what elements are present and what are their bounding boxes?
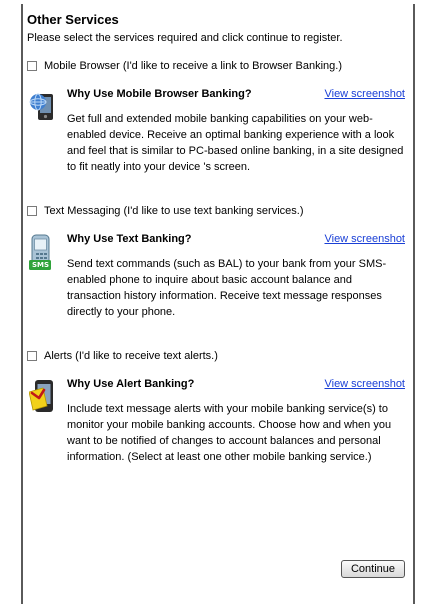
text-messaging-label: Text Messaging (I'd like to use text ban… (44, 205, 304, 217)
mobile-browser-description: Get full and extended mobile banking cap… (67, 113, 404, 173)
continue-button[interactable]: Continue (340, 560, 405, 578)
mobile-browser-heading: Why Use Mobile Browser Banking? (67, 88, 252, 100)
intro-text: Please select the services required and … (27, 32, 343, 44)
service-text-messaging: Text Messaging (I'd like to use text ban… (27, 205, 407, 320)
mobile-browser-checkbox[interactable] (27, 61, 37, 71)
alerts-label: Alerts (I'd like to receive text alerts.… (44, 350, 218, 362)
service-alerts: Alerts (I'd like to receive text alerts.… (27, 350, 407, 465)
alerts-option: Alerts (I'd like to receive text alerts.… (27, 350, 407, 362)
text-banking-description: Send text commands (such as BAL) to your… (67, 258, 387, 318)
sms-icon-label: SMS (32, 261, 50, 269)
text-banking-heading: Why Use Text Banking? (67, 233, 192, 245)
text-messaging-option: Text Messaging (I'd like to use text ban… (27, 205, 407, 217)
service-mobile-browser: Mobile Browser (I'd like to receive a li… (27, 60, 407, 175)
text-banking-view-screenshot-link[interactable]: View screenshot (324, 233, 405, 245)
mobile-browser-option: Mobile Browser (I'd like to receive a li… (27, 60, 407, 72)
alert-banking-description: Include text message alerts with your mo… (67, 403, 392, 463)
other-services-panel: Other Services Please select the service… (21, 4, 415, 604)
mobile-browser-label: Mobile Browser (I'd like to receive a li… (44, 60, 342, 72)
page-title: Other Services (27, 12, 119, 27)
alerts-checkbox[interactable] (27, 351, 37, 361)
text-messaging-checkbox[interactable] (27, 206, 37, 216)
alert-banking-view-screenshot-link[interactable]: View screenshot (324, 378, 405, 390)
alert-banking-heading: Why Use Alert Banking? (67, 378, 195, 390)
mobile-browser-view-screenshot-link[interactable]: View screenshot (324, 88, 405, 100)
